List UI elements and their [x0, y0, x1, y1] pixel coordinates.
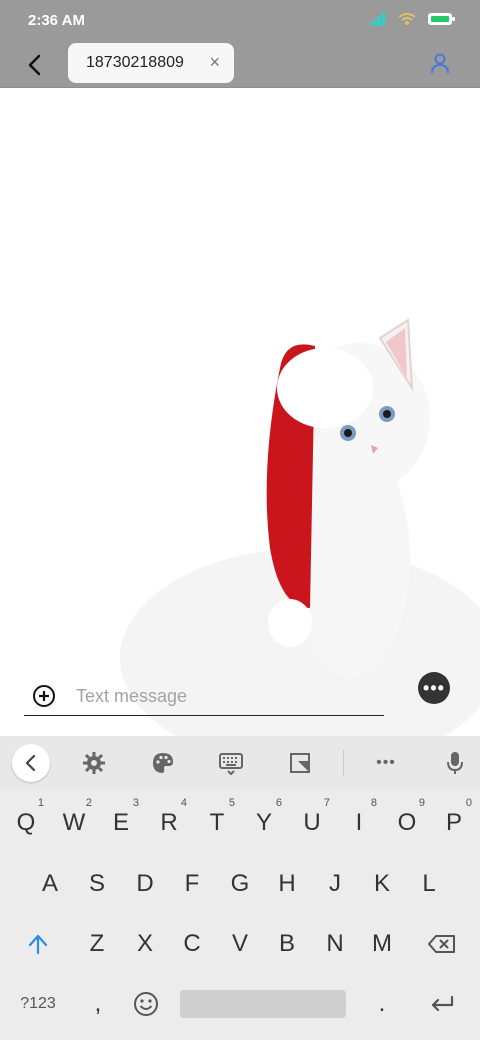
chip-close-icon[interactable]: ×: [209, 52, 220, 73]
shift-arrow-icon: [28, 934, 48, 955]
key-h[interactable]: H: [263, 854, 311, 914]
key-p[interactable]: P0: [430, 793, 478, 853]
palette-icon[interactable]: [148, 748, 178, 778]
toolbar-divider: [343, 750, 344, 776]
key-y[interactable]: Y6: [240, 793, 288, 853]
key-k[interactable]: K: [358, 854, 406, 914]
key-t[interactable]: T5: [193, 793, 241, 853]
wifi-icon: [398, 13, 416, 25]
emoji-key[interactable]: [122, 974, 170, 1034]
gear-icon[interactable]: [79, 748, 109, 778]
key-a[interactable]: A: [26, 854, 74, 914]
symbols-key[interactable]: ?123: [8, 974, 68, 1034]
key-row-2: A S D F G H J K L: [0, 854, 480, 914]
key-o[interactable]: O9: [383, 793, 431, 853]
status-time: 2:36 AM: [28, 12, 85, 29]
more-dots-icon[interactable]: •••: [418, 672, 450, 704]
enter-key[interactable]: [418, 974, 466, 1034]
key-v[interactable]: V: [216, 914, 264, 974]
chevron-left-icon[interactable]: [12, 744, 50, 782]
backspace-icon: [428, 935, 455, 953]
key-m[interactable]: M: [358, 914, 406, 974]
key-j[interactable]: J: [311, 854, 359, 914]
key-u[interactable]: U7: [288, 793, 336, 853]
keyboard-toolbar: •••: [0, 736, 480, 790]
key-period[interactable]: .: [360, 974, 404, 1034]
key-r[interactable]: R4: [145, 793, 193, 853]
sticky-note-icon[interactable]: [285, 748, 315, 778]
key-c[interactable]: C: [168, 914, 216, 974]
key-w[interactable]: W2: [50, 793, 98, 853]
plus-circle-icon[interactable]: [32, 684, 56, 708]
key-row-1: Q1 W2 E3 R4 T5 Y6 U7 I8 O9 P0: [0, 793, 480, 853]
message-area: [0, 88, 480, 736]
key-x[interactable]: X: [121, 914, 169, 974]
key-row-3: Z X C V B N M: [0, 914, 480, 974]
keyboard-icon[interactable]: [216, 748, 246, 778]
message-input[interactable]: [76, 684, 366, 708]
key-b[interactable]: B: [263, 914, 311, 974]
status-bar: 2:36 AM: [0, 0, 480, 42]
mic-icon[interactable]: [440, 748, 470, 778]
key-i[interactable]: I8: [335, 793, 383, 853]
recipient-chip[interactable]: 18730218809 ×: [68, 43, 234, 83]
key-comma[interactable]: ,: [76, 974, 120, 1034]
signal-icon: [370, 12, 386, 26]
status-icons: [370, 12, 455, 26]
arrow-left-icon: [28, 54, 41, 76]
kitten-santa-hat-image[interactable]: [60, 298, 480, 736]
recipient-number: 18730218809: [86, 54, 184, 71]
shift-key[interactable]: [14, 914, 62, 974]
back-button[interactable]: [18, 48, 52, 82]
more-icon[interactable]: •••: [371, 748, 401, 778]
space-key[interactable]: [180, 990, 346, 1018]
emoji-icon: [134, 992, 158, 1016]
backspace-key[interactable]: [418, 914, 466, 974]
battery-icon: [428, 13, 455, 25]
conversation-header: 18730218809 ×: [0, 42, 480, 88]
key-g[interactable]: G: [216, 854, 264, 914]
enter-arrow-icon: [431, 995, 454, 1012]
compose-bar: [24, 672, 384, 716]
key-n[interactable]: N: [311, 914, 359, 974]
key-e[interactable]: E3: [97, 793, 145, 853]
key-q[interactable]: Q1: [2, 793, 50, 853]
key-d[interactable]: D: [121, 854, 169, 914]
key-z[interactable]: Z: [73, 914, 121, 974]
key-l[interactable]: L: [405, 854, 453, 914]
key-s[interactable]: S: [73, 854, 121, 914]
key-f[interactable]: F: [168, 854, 216, 914]
person-icon[interactable]: [428, 51, 452, 75]
